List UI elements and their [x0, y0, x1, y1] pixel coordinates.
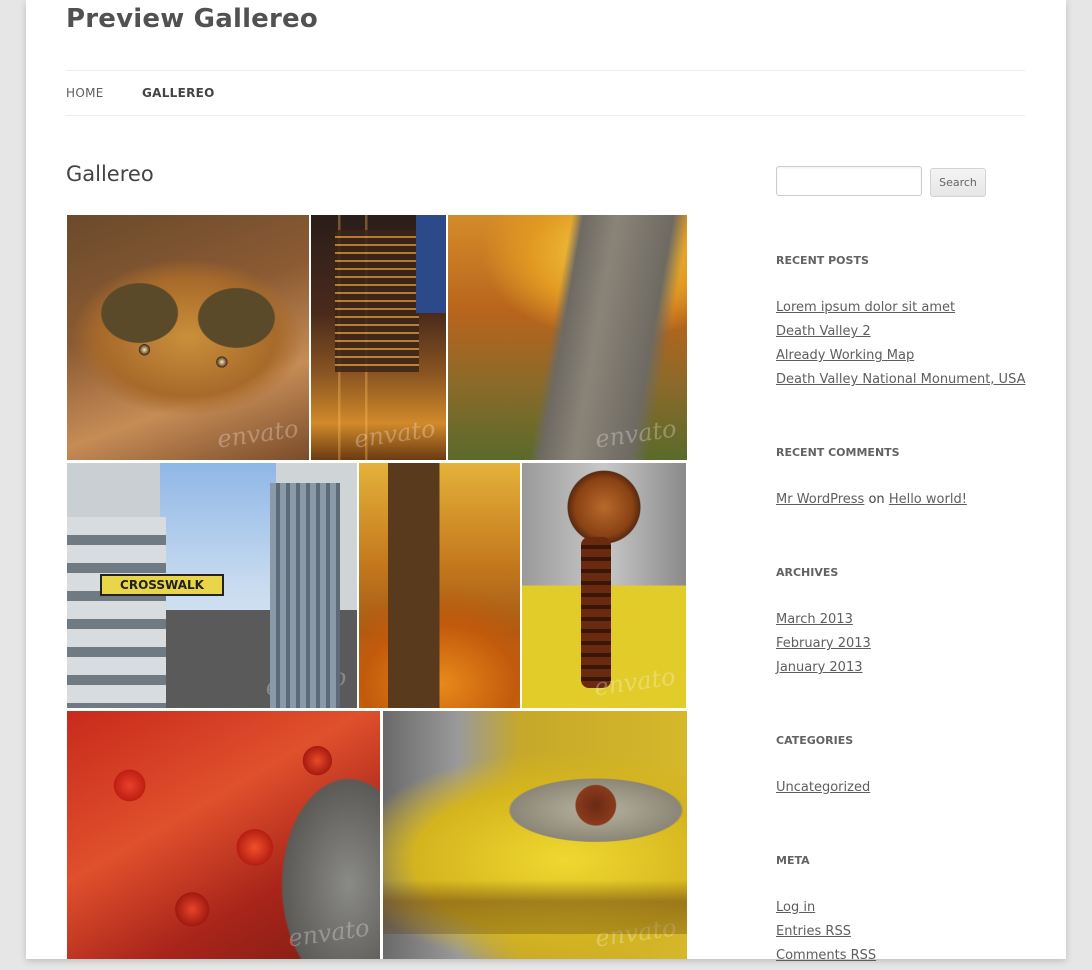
nav-item-home[interactable]: HOME — [66, 86, 104, 100]
list-item: January 2013 — [776, 658, 871, 682]
login-link[interactable]: Log in — [776, 900, 815, 915]
recent-comments-list: Mr WordPress on Hello world! — [776, 490, 967, 514]
photo-gallery: envato envato envato CROSSWALK envato en… — [66, 214, 688, 959]
comment-post-link[interactable]: Hello world! — [889, 492, 967, 507]
nav-item-gallereo[interactable]: GALLEREO — [142, 86, 215, 100]
page-container: Preview Gallereo HOME GALLEREO Gallereo … — [26, 0, 1066, 963]
recent-posts-list: Lorem ipsum dolor sit amet Death Valley … — [776, 298, 1025, 394]
site-title[interactable]: Preview Gallereo — [66, 4, 318, 34]
entries-rss-link[interactable]: Entries RSS — [776, 924, 851, 939]
watermark: envato — [263, 662, 349, 702]
watermark: envato — [352, 414, 438, 454]
recent-post-link[interactable]: Already Working Map — [776, 348, 914, 363]
search-input[interactable] — [776, 166, 922, 196]
comment-connector: on — [868, 492, 885, 507]
category-link[interactable]: Uncategorized — [776, 780, 870, 795]
watermark: envato — [286, 913, 372, 953]
list-item: Uncategorized — [776, 778, 870, 802]
list-item: Lorem ipsum dolor sit amet — [776, 298, 1025, 322]
watermark: envato — [215, 414, 301, 454]
list-item: Log in — [776, 898, 876, 922]
gallery-image-butterfly[interactable]: envato — [67, 215, 309, 460]
gallery-image-yellow-hydrant[interactable]: envato — [383, 711, 687, 959]
archive-link[interactable]: January 2013 — [776, 660, 863, 675]
list-item: Mr WordPress on Hello world! — [776, 490, 967, 514]
main-navigation: HOME GALLEREO — [66, 70, 1025, 116]
recent-comments-title: RECENT COMMENTS — [776, 446, 900, 459]
list-item: Already Working Map — [776, 346, 1025, 370]
comments-rss-link[interactable]: Comments RSS — [776, 948, 876, 963]
gallery-image-red-leaves[interactable]: envato — [67, 711, 380, 959]
archives-title: ARCHIVES — [776, 566, 839, 579]
page-title: Gallereo — [66, 162, 154, 186]
watermark: envato — [593, 913, 679, 953]
meta-title: META — [776, 854, 810, 867]
list-item: Comments RSS — [776, 946, 876, 970]
comment-author-link[interactable]: Mr WordPress — [776, 492, 864, 507]
list-item: March 2013 — [776, 610, 871, 634]
recent-post-link[interactable]: Death Valley 2 — [776, 324, 871, 339]
list-item: Entries RSS — [776, 922, 876, 946]
watermark: envato — [592, 662, 678, 702]
archive-link[interactable]: February 2013 — [776, 636, 871, 651]
gallery-image-autumn-path[interactable]: envato — [448, 215, 687, 460]
crosswalk-sign: CROSSWALK — [100, 574, 224, 596]
watermark: envato — [593, 414, 679, 454]
recent-posts-title: RECENT POSTS — [776, 254, 869, 267]
categories-list: Uncategorized — [776, 778, 870, 802]
list-item: Death Valley National Monument, USA — [776, 370, 1025, 394]
list-item: February 2013 — [776, 634, 871, 658]
categories-title: CATEGORIES — [776, 734, 854, 747]
archive-link[interactable]: March 2013 — [776, 612, 853, 627]
gallery-image-crosswalk[interactable]: CROSSWALK envato — [67, 463, 357, 708]
meta-list: Log in Entries RSS Comments RSS — [776, 898, 876, 970]
gallery-image-city-hotel[interactable]: envato — [311, 215, 446, 460]
search-button[interactable]: Search — [930, 168, 986, 197]
recent-post-link[interactable]: Death Valley National Monument, USA — [776, 372, 1025, 387]
archives-list: March 2013 February 2013 January 2013 — [776, 610, 871, 682]
gallery-image-rusty-hydrant[interactable]: envato — [522, 463, 686, 708]
gallery-image-autumn-tree[interactable] — [359, 463, 520, 708]
recent-post-link[interactable]: Lorem ipsum dolor sit amet — [776, 300, 955, 315]
list-item: Death Valley 2 — [776, 322, 1025, 346]
